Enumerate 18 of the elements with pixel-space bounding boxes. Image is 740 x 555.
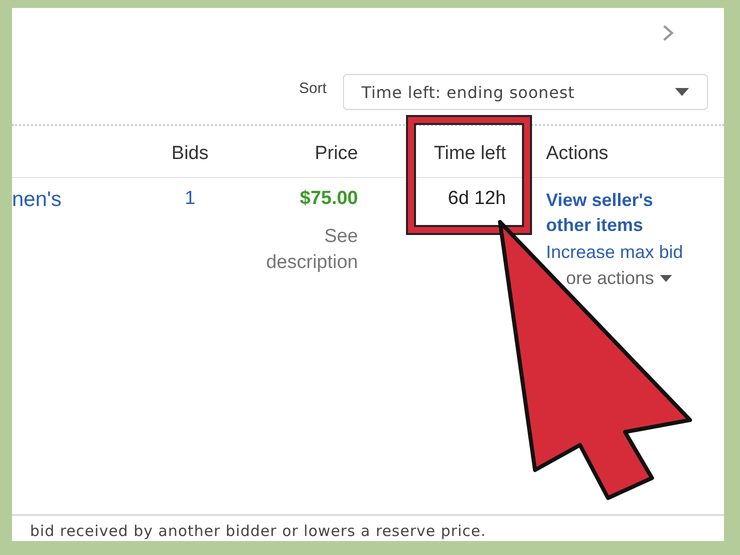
time-left: 6d 12h — [448, 188, 506, 209]
caret-icon — [674, 88, 689, 96]
item-title-link[interactable]: nen's — [12, 188, 62, 211]
caret-icon — [660, 274, 672, 282]
column-header: Actions — [546, 143, 608, 164]
price-note: See description — [265, 225, 358, 275]
seller-items-link[interactable]: View seller's other items — [546, 188, 696, 238]
sort-dropdown[interactable]: Time left: ending soonest — [342, 74, 708, 110]
item-price: $75.00 — [300, 188, 358, 210]
column-header: Price — [314, 143, 358, 164]
increase-bid-link[interactable]: Increase max bid — [546, 240, 684, 266]
sort-label: Sort — [299, 80, 327, 96]
more-actions-menu[interactable]: ore actions — [566, 268, 672, 289]
footer-note: bid received by another bidder or lowers a reserve price. — [30, 522, 486, 540]
column-header: Bids — [172, 143, 208, 164]
chevron-right-icon[interactable] — [662, 24, 674, 42]
column-header: Time left — [434, 143, 506, 164]
bid-count: 1 — [184, 188, 196, 209]
